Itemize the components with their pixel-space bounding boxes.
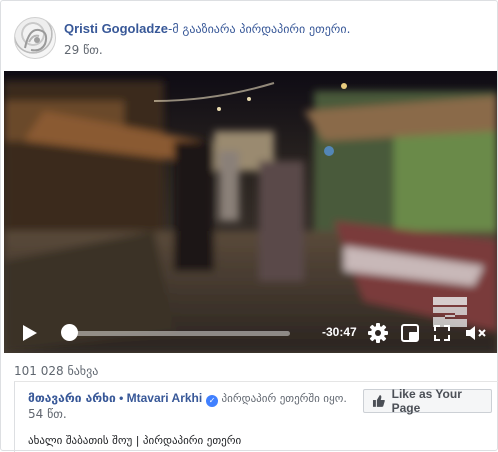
live-status-text: პირდაპირ ეთერში იყო. (218, 392, 347, 405)
video-player[interactable]: -30:47 (4, 71, 497, 353)
view-count: 101 028 ნახვა (14, 364, 99, 378)
video-controls: -30:47 (4, 313, 497, 353)
original-post-headline: მთავარი არხი • Mtavari Arkhi ✓ პირდაპირ … (28, 391, 347, 407)
page-name-link[interactable]: Mtavari Arkhi (127, 391, 203, 405)
author-avatar[interactable] (14, 17, 56, 59)
post-timestamp[interactable]: 29 წთ. (64, 43, 103, 57)
post-headline: Qristi Gogoladze-მ გააზიარა პირდაპირი ეთ… (64, 21, 350, 37)
muted-speaker-icon[interactable] (464, 323, 488, 343)
time-remaining: -30:47 (322, 325, 357, 339)
gear-icon[interactable] (367, 322, 389, 344)
post-header: Qristi Gogoladze-მ გააზიარა პირდაპირი ეთ… (1, 1, 498, 71)
video-frame (4, 71, 497, 353)
page-name-georgian[interactable]: მთავარი არხი (28, 391, 116, 405)
thumbs-up-icon (372, 395, 385, 407)
shared-post-card: Qristi Gogoladze-მ გააზიარა პირდაპირი ეთ… (0, 0, 498, 452)
original-post-description: ახალი შაბათის შოუ | პირდაპირი ეთერი (28, 434, 242, 447)
progress-scrubber-handle[interactable] (61, 324, 78, 341)
verified-badge-icon: ✓ (206, 395, 219, 407)
page-name-separator: • (115, 391, 127, 405)
picture-in-picture-icon[interactable] (400, 323, 420, 343)
original-post-attachment: მთავარი არხი • Mtavari Arkhi ✓ პირდაპირ … (14, 381, 498, 452)
video-progress-bar[interactable] (68, 331, 290, 336)
share-action-text: -მ გააზიარა პირდაპირი ეთერი. (168, 22, 351, 36)
author-name-link[interactable]: Qristi Gogoladze (64, 21, 168, 36)
original-post-timestamp[interactable]: 54 წთ. (28, 407, 67, 421)
fullscreen-icon[interactable] (433, 324, 451, 342)
play-icon[interactable] (18, 322, 40, 344)
like-as-page-button[interactable]: Like as Your Page (363, 387, 492, 415)
like-as-page-label: Like as Your Page (391, 387, 462, 415)
